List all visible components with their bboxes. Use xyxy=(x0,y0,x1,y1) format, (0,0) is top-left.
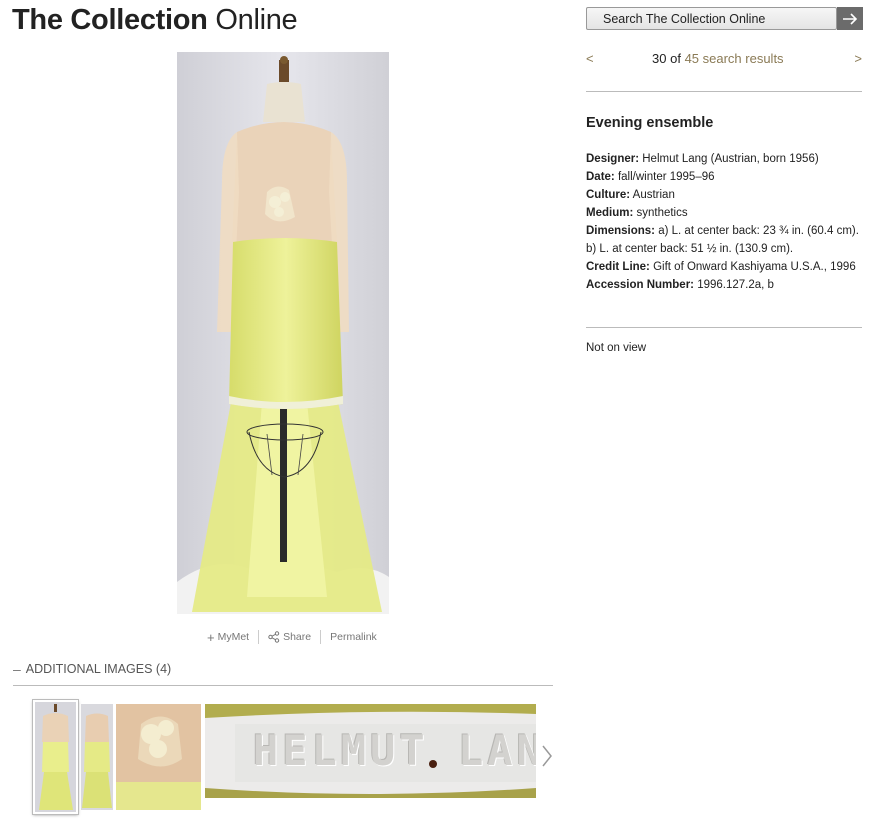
of-text: of xyxy=(670,51,681,66)
detail-label: Culture: xyxy=(586,189,631,201)
object-details: Designer: Helmut Lang (Austrian, born 19… xyxy=(586,150,862,294)
detail-designer: Designer: Helmut Lang (Austrian, born 19… xyxy=(586,150,862,168)
thumbnails-next-button[interactable] xyxy=(540,742,554,770)
image-tools: + MyMet Share Permalink xyxy=(207,630,386,645)
detail-dimensions: Dimensions: a) L. at center back: 23 ¾ i… xyxy=(586,222,862,258)
detail-date: Date: fall/winter 1995–96 xyxy=(586,168,862,186)
on-view-status: Not on view xyxy=(586,342,647,354)
mymet-button[interactable]: + MyMet xyxy=(207,630,258,645)
detail-value: synthetics xyxy=(636,207,688,219)
divider xyxy=(586,91,862,92)
permalink-label: Permalink xyxy=(330,631,377,643)
detail-culture: Culture: Austrian xyxy=(586,186,862,204)
thumbnail-2[interactable] xyxy=(81,704,113,810)
detail-value: fall/winter 1995–96 xyxy=(617,171,715,183)
detail-value: Helmut Lang (Austrian, born 1956) xyxy=(642,153,819,165)
mymet-label: MyMet xyxy=(217,631,250,643)
arrow-right-icon xyxy=(843,12,858,25)
additional-images-toggle[interactable]: – ADDITIONAL IMAGES (4) xyxy=(13,661,171,677)
thumbnail-1[interactable] xyxy=(33,700,78,814)
search-results-link[interactable]: 45 search results xyxy=(685,51,784,66)
thumbnail-3[interactable] xyxy=(116,704,201,810)
plus-icon: + xyxy=(207,629,215,645)
search-go-button[interactable] xyxy=(837,7,863,30)
result-count: 30 of 45 search results xyxy=(652,51,784,66)
permalink-button[interactable]: Permalink xyxy=(321,631,386,643)
detail-label: Accession Number: xyxy=(586,279,695,291)
additional-images-heading: ADDITIONAL IMAGES (4) xyxy=(25,662,172,676)
detail-medium: Medium: synthetics xyxy=(586,204,862,222)
search-button[interactable]: Search The Collection Online xyxy=(586,7,837,30)
label-text: HELMUT LAN xyxy=(253,726,536,775)
detail-value: Gift of Onward Kashiyama U.S.A., 1996 xyxy=(653,261,856,273)
site-title-light: Online xyxy=(215,4,298,36)
detail-label: Credit Line: xyxy=(586,261,650,273)
detail-value: 1996.127.2a, b xyxy=(697,279,774,291)
detail-label: Medium: xyxy=(586,207,634,219)
thumbnail-4[interactable]: HELMUT LAN xyxy=(205,704,536,798)
divider xyxy=(586,327,862,328)
minus-icon: – xyxy=(13,661,21,677)
detail-label: Date: xyxy=(586,171,615,183)
current-result: 30 xyxy=(652,51,667,66)
share-button[interactable]: Share xyxy=(259,631,320,643)
main-object-image[interactable] xyxy=(177,52,389,614)
search-label: Search The Collection Online xyxy=(603,11,766,26)
results-pager: < 30 of 45 search results > xyxy=(586,51,862,69)
share-icon xyxy=(268,631,280,643)
next-result-link[interactable]: > xyxy=(854,51,862,66)
divider xyxy=(13,685,553,686)
site-title-bold: The Collection xyxy=(12,4,208,36)
share-label: Share xyxy=(283,631,312,643)
detail-credit-line: Credit Line: Gift of Onward Kashiyama U.… xyxy=(586,258,862,276)
detail-label: Designer: xyxy=(586,153,640,165)
detail-value: Austrian xyxy=(632,189,675,201)
site-title[interactable]: The Collection Online xyxy=(12,4,298,37)
chevron-right-icon xyxy=(542,745,552,767)
object-title: Evening ensemble xyxy=(586,115,714,131)
prev-result-link[interactable]: < xyxy=(586,51,594,66)
detail-label: Dimensions: xyxy=(586,225,656,237)
detail-accession-number: Accession Number: 1996.127.2a, b xyxy=(586,276,862,294)
